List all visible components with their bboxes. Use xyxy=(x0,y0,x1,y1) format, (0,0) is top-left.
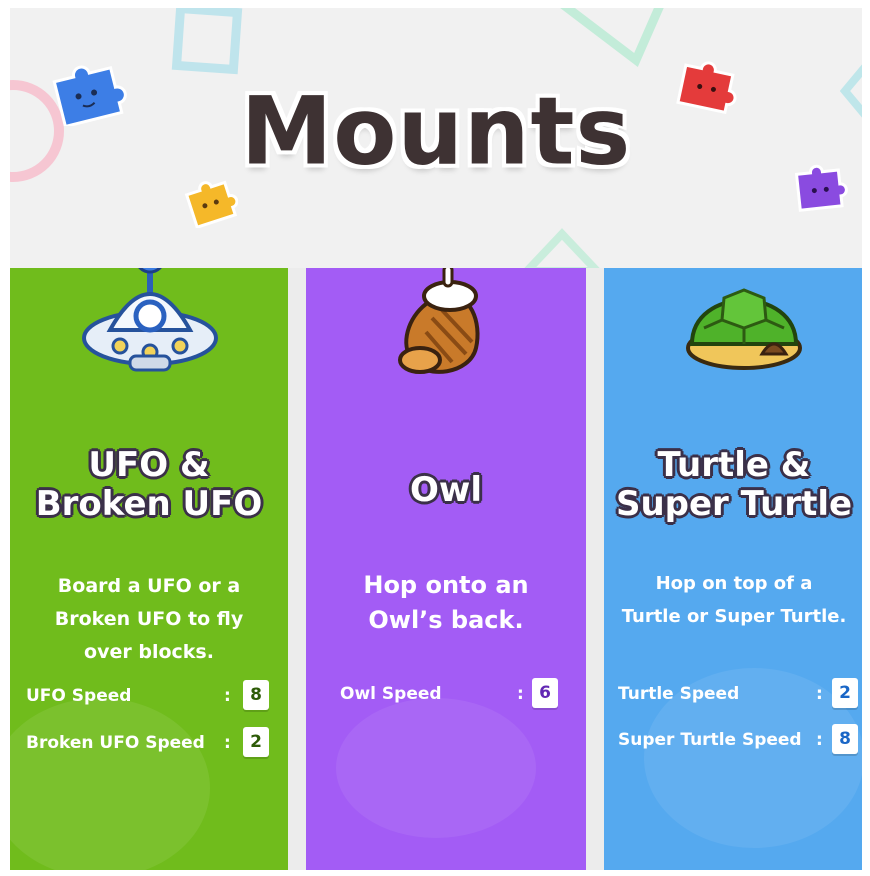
stat-value: 6 xyxy=(532,678,558,708)
faded-owl-decoration xyxy=(336,698,536,838)
turtle-shell-icon xyxy=(686,288,802,370)
stat-label: Super Turtle Speed xyxy=(618,730,802,750)
page-title: Mounts xyxy=(240,76,632,187)
mount-card-turtle: Turtle & Super Turtle Hop on top of a Tu… xyxy=(604,268,862,870)
card-divider xyxy=(586,268,604,870)
stat-label: UFO Speed xyxy=(26,686,132,706)
square-outline-decoration xyxy=(171,8,243,75)
stat-label: Turtle Speed xyxy=(618,684,740,704)
stat-colon: : xyxy=(224,686,231,706)
mount-description: Board a UFO or a Broken UFO to fly over … xyxy=(54,575,244,663)
stat-label: Broken UFO Speed xyxy=(26,733,205,753)
stat-value: 8 xyxy=(243,680,269,710)
owl-icon xyxy=(398,268,480,374)
stat-value: 2 xyxy=(832,678,858,708)
stat-label: Owl Speed xyxy=(340,684,442,704)
mounts-banner: Mounts UFO & Broken UFO Board a UFO or a… xyxy=(10,8,862,870)
stat-colon: : xyxy=(816,730,823,750)
mount-title: Turtle & Super Turtle xyxy=(615,445,853,525)
mount-description: Hop on top of a Turtle or Super Turtle. xyxy=(621,573,847,627)
stat-value: 2 xyxy=(243,727,269,757)
triangle-decoration xyxy=(560,8,664,68)
mount-title: UFO & Broken UFO xyxy=(35,445,263,525)
stat-colon: : xyxy=(224,733,231,753)
mount-description: Hop onto an Owl’s back. xyxy=(363,571,529,634)
stat-colon: : xyxy=(816,684,823,704)
mount-title: Owl xyxy=(410,470,482,510)
mount-card-ufo: UFO & Broken UFO Board a UFO or a Broken… xyxy=(10,268,288,870)
ufo-icon xyxy=(82,268,218,372)
mount-card-owl: Owl Hop onto an Owl’s back. Owl Speed : … xyxy=(306,268,586,870)
stat-value: 8 xyxy=(832,724,858,754)
card-divider xyxy=(288,268,306,870)
stat-colon: : xyxy=(517,684,524,704)
faded-ufo-decoration xyxy=(10,698,210,870)
